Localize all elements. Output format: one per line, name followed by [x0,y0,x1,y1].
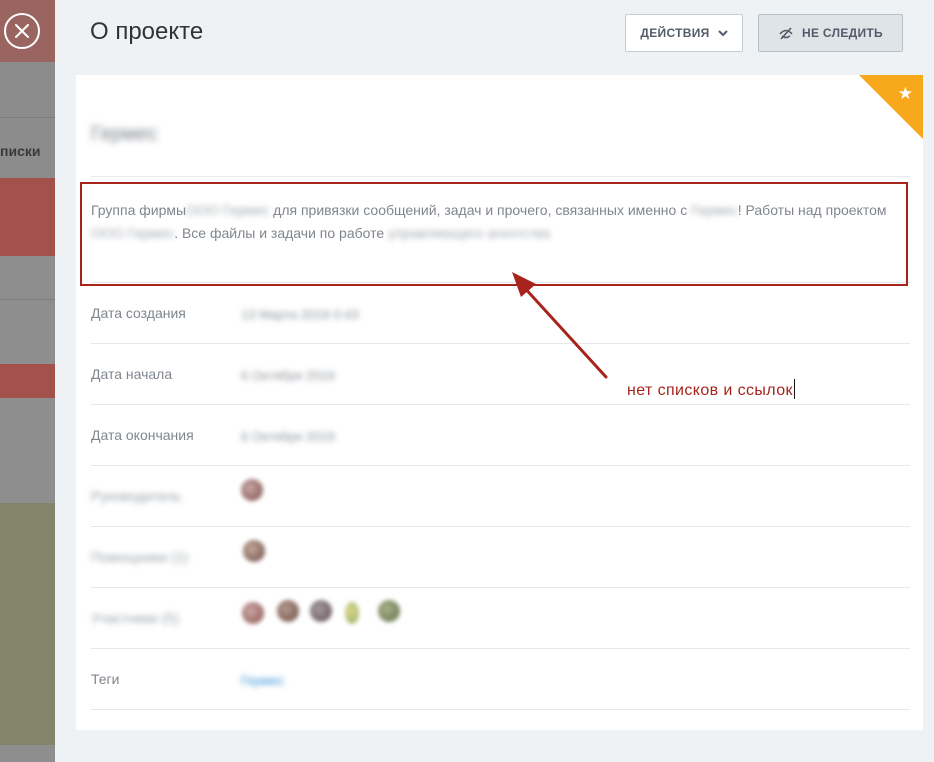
annotation-note: нет списков и ссылок [627,379,795,400]
text-cursor [793,379,795,399]
annotation-note-text: нет списков и ссылок [627,382,793,399]
